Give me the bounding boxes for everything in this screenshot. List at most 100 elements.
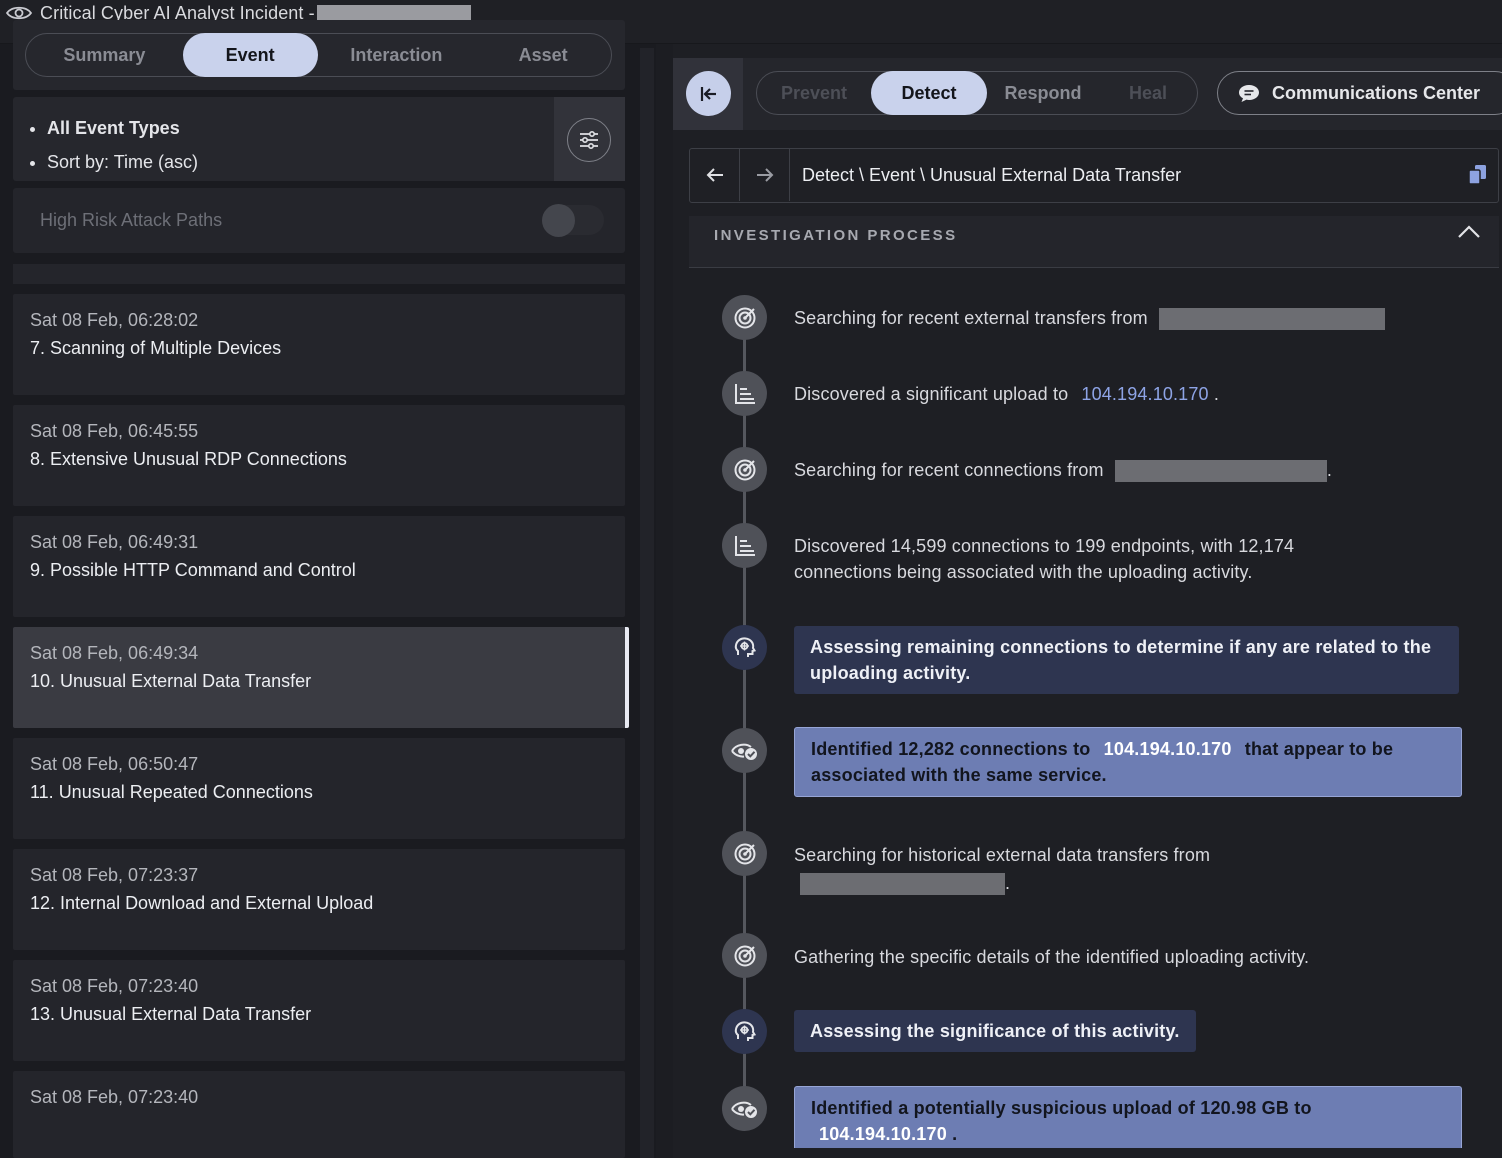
risk-paths-card: High Risk Attack Paths [13,188,625,253]
risk-paths-label: High Risk Attack Paths [40,210,223,230]
sliders-icon [580,131,598,149]
event-time: Sat 08 Feb, 06:28:02 [30,310,199,330]
phase-tabs: Prevent Detect Respond Heal [756,71,1198,115]
event-name: 8. Extensive Unusual RDP Connections [30,449,347,469]
chart-icon [722,523,767,568]
tab-prevent[interactable]: Prevent [757,71,871,115]
step-text: Searching for recent connections from . [794,457,1332,483]
tab-detect[interactable]: Detect [871,71,987,115]
step-3-text: Searching for recent connections from [794,460,1104,480]
communications-center-label: Communications Center [1272,82,1481,103]
forward-button[interactable] [740,149,790,201]
event-time: Sat 08 Feb, 07:23:40 [30,976,199,996]
copy-icon[interactable] [1468,164,1488,186]
event-name: 13. Unusual External Data Transfer [30,1004,312,1024]
toggle-knob [542,204,575,237]
arrow-left-icon [706,168,723,182]
step-7-text: Searching for historical external data t… [794,845,1211,865]
step-text: Discovered a significant upload to 104.1… [794,381,1219,407]
step-highlight-box: Assessing the significance of this activ… [794,1010,1196,1052]
tab-event[interactable]: Event [182,33,318,77]
filter-settings-button[interactable] [567,118,611,162]
step-3-suffix: . [1326,460,1333,480]
event-item[interactable]: Sat 08 Feb, 06:49:31 9. Possible HTTP Co… [13,516,625,617]
target-icon [722,831,767,876]
event-item[interactable]: Sat 08 Feb, 06:45:55 8. Extensive Unusua… [13,405,625,506]
target-icon [722,295,767,340]
collapse-panel-button[interactable] [686,71,731,116]
step-text: Searching for recent external transfers … [794,305,1385,331]
filter-sort: Sort by: Time (asc) [47,145,198,179]
tab-respond[interactable]: Respond [987,71,1099,115]
step-4-line2: connections being associated with the up… [794,562,1253,582]
step-text: Discovered 14,599 connections to 199 end… [794,533,1294,585]
brain-icon [722,1009,767,1054]
event-item[interactable]: Sat 08 Feb, 07:23:37 12. Internal Downlo… [13,849,625,950]
redacted-block [1158,308,1385,331]
target-icon [722,447,767,492]
pane-divider[interactable] [640,48,654,1158]
step-2-suffix: . [1213,384,1219,404]
step-result-box: Identified 12,282 connections to 104.194… [794,727,1462,797]
back-button[interactable] [690,149,740,201]
step-10-suffix: . [952,1124,958,1144]
tab-heal[interactable]: Heal [1099,71,1197,115]
redacted-block [800,873,1005,896]
event-item[interactable]: Sat 08 Feb, 07:23:40 [13,1071,625,1158]
tab-asset[interactable]: Asset [475,33,611,77]
eye-check-icon [722,728,767,773]
event-name: 11. Unusual Repeated Connections [30,782,313,802]
ip-link[interactable]: 104.194.10.170 [1081,384,1208,404]
chat-bubble-icon [1239,85,1259,102]
step-1-text: Searching for recent external transfers … [794,308,1148,328]
communications-center-button[interactable]: Communications Center [1217,71,1502,115]
brain-icon [722,625,767,670]
event-item[interactable]: Sat 08 Feb, 06:28:02 7. Scanning of Mult… [13,294,625,395]
step-6-pre: Identified 12,282 connections to [811,739,1091,759]
event-time: Sat 08 Feb, 06:45:55 [30,421,199,441]
chart-icon [722,371,767,416]
chevron-up-icon[interactable] [1457,224,1481,240]
timeline-line [743,320,746,1120]
event-name: 12. Internal Download and External Uploa… [30,893,374,913]
step-2-text: Discovered a significant upload to [794,384,1069,404]
investigation-title: INVESTIGATION PROCESS [714,227,958,244]
step-5-line2: uploading activity. [810,663,971,683]
event-time: Sat 08 Feb, 07:23:37 [30,865,199,885]
filter-button-area [554,97,625,181]
breadcrumb: Detect \ Event \ Unusual External Data T… [689,148,1499,203]
investigation-header[interactable]: INVESTIGATION PROCESS [689,216,1499,268]
event-name: 10. Unusual External Data Transfer [30,671,312,691]
event-item[interactable]: Sat 08 Feb, 06:50:47 11. Unusual Repeate… [13,738,625,839]
filter-list: All Event Types Sort by: Time (asc) [47,111,198,179]
step-5-line1: Assessing remaining connections to deter… [810,637,1432,657]
step-text: Searching for historical external data t… [794,842,1210,896]
arrow-right-icon [756,168,773,182]
event-name: 9. Possible HTTP Command and Control [30,560,356,580]
step-10-text: Identified a potentially suspicious uplo… [811,1098,1312,1118]
ip-link[interactable]: 104.194.10.170 [819,1124,947,1144]
event-time: Sat 08 Feb, 06:49:31 [30,532,199,552]
step-6-line1: Identified 12,282 connections to 104.194… [811,736,1445,762]
step-highlight-box: Assessing remaining connections to deter… [794,626,1459,694]
step-text: Gathering the specific details of the id… [794,944,1309,970]
eye-check-icon [722,1086,767,1131]
event-tabs-card: Summary Event Interaction Asset [13,20,625,90]
event-time: Sat 08 Feb, 06:49:34 [30,643,199,663]
tab-interaction[interactable]: Interaction [318,33,476,77]
step-6-post: that appear to be [1244,739,1394,759]
step-6-line2: associated with the same service. [811,765,1107,785]
tab-summary[interactable]: Summary [26,33,183,77]
event-item-selected[interactable]: Sat 08 Feb, 06:49:34 10. Unusual Externa… [13,627,629,728]
event-item[interactable]: Sat 08 Feb, 07:23:40 13. Unusual Externa… [13,960,625,1061]
event-tabs: Summary Event Interaction Asset [25,33,612,77]
risk-paths-toggle[interactable] [542,204,604,237]
event-time: Sat 08 Feb, 07:23:40 [30,1087,199,1107]
step-result-box: Identified a potentially suspicious uplo… [794,1086,1462,1148]
ip-link[interactable]: 104.194.10.170 [1104,739,1232,759]
step-9-text: Assessing the significance of this activ… [810,1021,1180,1041]
collapse-left-icon [700,86,716,101]
redacted-block [1114,460,1327,483]
step-8-text: Gathering the specific details of the id… [794,947,1310,967]
filter-event-types: All Event Types [47,111,198,145]
